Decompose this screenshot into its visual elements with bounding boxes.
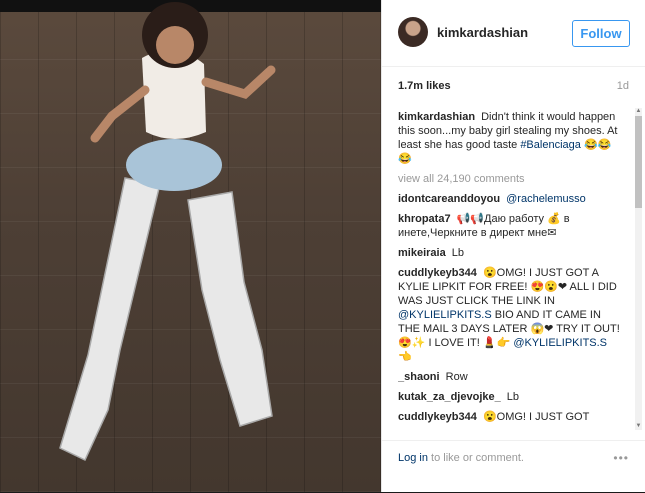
list-item: khropata7 📢📢Даю работу 💰 в инете,Черкнит… [398,212,622,240]
likes-count[interactable]: 1.7m likes [398,80,451,92]
list-item: mikeiraia Lb [398,246,622,260]
post-time[interactable]: 1d [617,80,629,92]
comment-mention[interactable]: @KYLIELIPKITS.S [513,337,607,349]
comments-scrollbar[interactable]: ▲ ▼ [635,108,642,430]
profile-username[interactable]: kimkardashian [437,25,528,40]
list-item: cuddlykeyb344 😮OMG! I JUST GOT A KYLIE L… [398,266,622,364]
comment-text: Row [445,371,468,383]
login-prompt: Log in to like or comment. [398,452,524,464]
comment-text: 😮OMG! I JUST GOT [482,411,590,423]
comment-username[interactable]: kutak_za_djevojke_ [398,391,501,403]
login-text: to like or comment. [431,452,524,464]
caption: kimkardashian Didn't think it would happ… [398,110,622,166]
post-photo[interactable] [0,0,381,492]
comment-text: 👈 [398,351,412,363]
comment-username[interactable]: _shaoni [398,371,440,383]
follow-button[interactable]: Follow [572,20,630,47]
scroll-up-icon[interactable]: ▲ [635,108,642,115]
comment-text: Lb [506,391,520,403]
comment-text: Lb [451,247,465,259]
comment-username[interactable]: mikeiraia [398,247,446,259]
comments-list[interactable]: kimkardashian Didn't think it would happ… [398,110,622,430]
caption-hashtag[interactable]: #Balenciaga [520,139,581,151]
list-item: _shaoni Row [398,370,622,384]
comment-username[interactable]: cuddlykeyb344 [398,267,477,279]
post-panel: kimkardashian Follow 1.7m likes 1d kimka… [381,0,645,492]
avatar[interactable] [398,17,428,47]
view-all-comments[interactable]: view all 24,190 comments [398,172,622,186]
comment-mention[interactable]: @KYLIELIPKITS.S [398,309,492,321]
list-item: idontcareanddoyou @rachelemusso [398,192,622,206]
scroll-down-icon[interactable]: ▼ [635,423,642,430]
more-options-icon[interactable]: ••• [613,451,629,465]
post-footer: Log in to like or comment. ••• [382,440,645,493]
photo-illustration [59,2,276,462]
comment-mention[interactable]: @rachelemusso [506,193,586,205]
list-item: kutak_za_djevojke_ Lb [398,390,622,404]
comment-username[interactable]: cuddlykeyb344 [398,411,477,423]
post-header: kimkardashian Follow [382,0,645,67]
likes-row: 1.7m likes 1d [398,80,629,96]
caption-username[interactable]: kimkardashian [398,111,475,123]
list-item: cuddlykeyb344 😮OMG! I JUST GOT [398,410,622,424]
scroll-thumb[interactable] [635,116,642,208]
comment-username[interactable]: idontcareanddoyou [398,193,500,205]
comment-username[interactable]: khropata7 [398,213,451,225]
login-link[interactable]: Log in [398,452,428,464]
